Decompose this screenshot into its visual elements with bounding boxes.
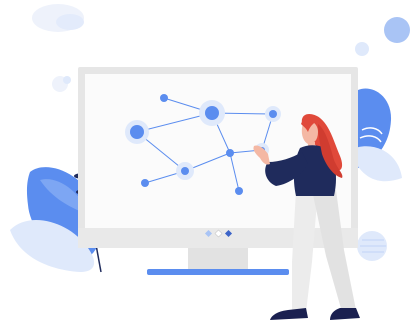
monitor-base [147, 269, 289, 275]
graph-node [160, 94, 168, 102]
graph-node [235, 187, 243, 195]
graph-node [205, 106, 219, 120]
monitor-neck [188, 248, 248, 270]
left-shoe [270, 308, 308, 320]
right-shoe [330, 308, 360, 320]
left-leg [292, 190, 318, 312]
small-right-dot [355, 42, 369, 56]
graph-node [269, 110, 277, 118]
graph-node [141, 179, 149, 187]
top-blob-light [56, 14, 84, 30]
left-small-blob-2 [63, 76, 71, 84]
graph-node [226, 149, 234, 157]
graph-node [130, 125, 144, 139]
top-right-dot [384, 17, 410, 43]
illustration-scene [0, 0, 411, 323]
graph-node [181, 167, 189, 175]
